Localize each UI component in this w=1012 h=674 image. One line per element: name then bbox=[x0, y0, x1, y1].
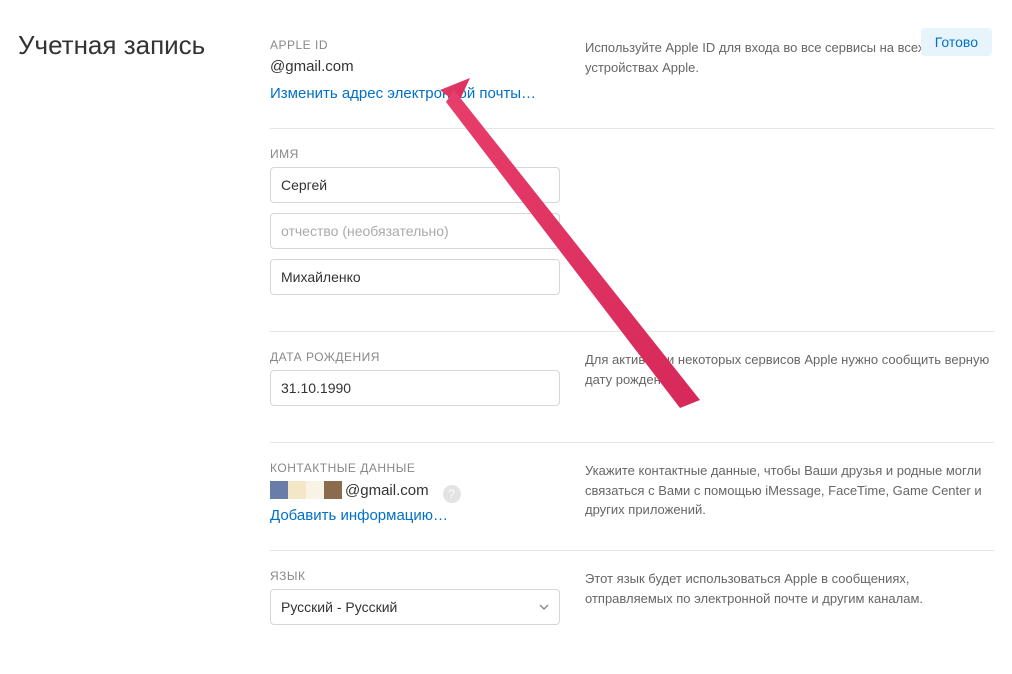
contact-heading: КОНТАКТНЫЕ ДАННЫЕ bbox=[270, 461, 570, 475]
chevron-down-icon bbox=[539, 602, 549, 612]
section-name: ИМЯ bbox=[270, 129, 994, 332]
redaction-block bbox=[306, 481, 324, 499]
birthdate-heading: ДАТА РОЖДЕНИЯ bbox=[270, 350, 570, 364]
section-apple-id: APPLE ID @gmail.com Изменить адрес элект… bbox=[270, 20, 994, 129]
last-name-input[interactable] bbox=[270, 259, 560, 295]
page-title: Учетная запись bbox=[18, 30, 270, 61]
language-heading: ЯЗЫК bbox=[270, 569, 570, 583]
birthdate-input[interactable] bbox=[270, 370, 560, 406]
redaction-block bbox=[288, 481, 306, 499]
add-contact-link[interactable]: Добавить информацию… bbox=[270, 507, 570, 524]
language-hint: Этот язык будет использоваться Apple в с… bbox=[570, 569, 994, 625]
name-heading: ИМЯ bbox=[270, 147, 570, 161]
contact-hint: Укажите контактные данные, чтобы Ваши др… bbox=[570, 461, 994, 524]
contact-row: @gmail.com bbox=[270, 481, 429, 499]
first-name-input[interactable] bbox=[270, 167, 560, 203]
birthdate-hint: Для активации некоторых сервисов Apple н… bbox=[570, 350, 994, 416]
language-value: Русский - Русский bbox=[281, 599, 397, 615]
done-button[interactable]: Готово bbox=[921, 28, 992, 56]
help-icon[interactable]: ? bbox=[443, 485, 461, 503]
apple-id-value: @gmail.com bbox=[270, 58, 570, 75]
contact-email: @gmail.com bbox=[345, 482, 429, 499]
middle-name-input[interactable] bbox=[270, 213, 560, 249]
change-email-link[interactable]: Изменить адрес электронной почты… bbox=[270, 85, 570, 102]
language-select[interactable]: Русский - Русский bbox=[270, 589, 560, 625]
section-contact: КОНТАКТНЫЕ ДАННЫЕ @gmail.com ? Добавить … bbox=[270, 443, 994, 551]
redaction-block bbox=[270, 481, 288, 499]
section-language: ЯЗЫК Русский - Русский Этот язык будет и… bbox=[270, 551, 994, 651]
sidebar: Учетная запись bbox=[0, 20, 270, 651]
apple-id-heading: APPLE ID bbox=[270, 38, 570, 52]
redaction-block bbox=[324, 481, 342, 499]
section-birthdate: ДАТА РОЖДЕНИЯ Для активации некоторых се… bbox=[270, 332, 994, 443]
main-content: APPLE ID @gmail.com Изменить адрес элект… bbox=[270, 20, 1012, 651]
